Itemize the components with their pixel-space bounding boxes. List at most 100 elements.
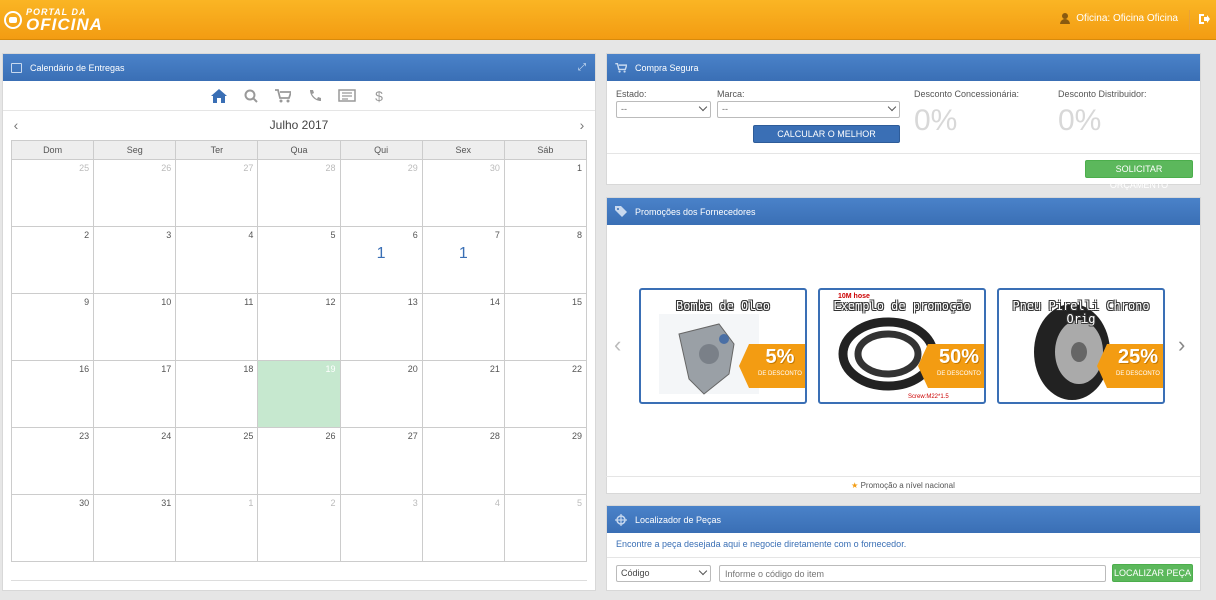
calendar-day[interactable]: 5	[257, 226, 341, 294]
estado-select[interactable]: --	[616, 101, 711, 118]
calendar-day[interactable]: 29	[339, 159, 423, 227]
compra-segura-header: Compra Segura	[607, 54, 1200, 81]
calendar-day[interactable]: 11	[175, 293, 259, 361]
day-number: 29	[407, 163, 418, 173]
calendar-day[interactable]: 30	[10, 494, 95, 562]
solicitar-orcamento-button[interactable]: SOLICITAR ORÇAMENTO	[1085, 160, 1193, 190]
calendar-day[interactable]: 3	[93, 226, 177, 294]
next-month-icon[interactable]: ›	[575, 111, 589, 139]
search-icon[interactable]	[242, 87, 260, 105]
calcular-desconto-button[interactable]: CALCULAR O MELHOR DESCONTO	[753, 125, 900, 155]
calendar-day[interactable]: 2	[10, 226, 95, 294]
calendar-day[interactable]: 1	[175, 494, 259, 562]
desconto-distribuidor-label: Desconto Distribuidor:	[1058, 89, 1147, 99]
day-number: 14	[489, 297, 500, 307]
portal-logo[interactable]: PORTAL DA OFICINA	[4, 7, 103, 33]
dollar-icon[interactable]: $	[370, 87, 388, 105]
calendar-day[interactable]: 17	[93, 360, 177, 428]
calendar-day[interactable]: 30	[421, 159, 505, 227]
calendar-day[interactable]: 3	[339, 494, 423, 562]
promo-card[interactable]: Pneu Pirelli Chrono Orig 25% DE DESCONTO	[997, 288, 1165, 404]
calendar-day[interactable]: 20	[339, 360, 423, 428]
calendar-day[interactable]: 13	[339, 293, 423, 361]
promo-card[interactable]: Bomba de Oleo 5% DE DESCONTO	[639, 288, 807, 404]
logout-icon[interactable]	[1198, 13, 1210, 25]
cart-icon[interactable]	[274, 87, 292, 105]
calendar-day[interactable]: 71	[421, 226, 505, 294]
day-number: 23	[79, 431, 90, 441]
calendar-day[interactable]: 28	[257, 159, 341, 227]
divider	[607, 153, 1200, 154]
discount-badge: 5% DE DESCONTO	[739, 344, 805, 388]
carousel-prev-icon[interactable]: ‹	[614, 330, 628, 360]
item-code-input[interactable]	[719, 565, 1106, 582]
delivery-count[interactable]: 1	[423, 245, 504, 263]
calendar-day[interactable]: 25	[10, 159, 95, 227]
logo-line2: OFICINA	[26, 15, 103, 34]
invoice-icon[interactable]	[338, 87, 356, 105]
calendar-day-today[interactable]: 19	[257, 360, 341, 428]
discount-tag: DE DESCONTO	[1116, 371, 1160, 377]
calendar-day[interactable]: 27	[339, 427, 423, 495]
prev-month-icon[interactable]: ‹	[9, 111, 23, 139]
day-number: 25	[243, 431, 254, 441]
marca-label: Marca:	[717, 89, 745, 99]
day-number: 26	[161, 163, 172, 173]
calendar-day[interactable]: 25	[175, 427, 259, 495]
calendar-day[interactable]: 21	[421, 360, 505, 428]
calendar-day[interactable]: 8	[503, 226, 588, 294]
calendar-day[interactable]: 26	[93, 159, 177, 227]
calendar-day[interactable]: 12	[257, 293, 341, 361]
calendar-day[interactable]: 26	[257, 427, 341, 495]
calendar-grid: Dom Seg Ter Qua Qui Sex Sáb 25 26 27 28 29 30 1 2 3 4 5 6…	[10, 140, 588, 562]
divider	[607, 557, 1200, 558]
user-menu[interactable]: Oficina: Oficina Oficina	[1060, 13, 1178, 24]
calendar-day[interactable]: 2	[257, 494, 341, 562]
calendar-day[interactable]: 23	[10, 427, 95, 495]
day-number: 29	[571, 431, 582, 441]
day-number: 24	[161, 431, 172, 441]
day-number: 22	[571, 364, 582, 374]
day-number: 3	[412, 498, 418, 508]
marca-value: --	[722, 104, 728, 114]
weekday-header: Sáb	[503, 140, 588, 160]
calendar-day[interactable]: 27	[175, 159, 259, 227]
day-number: 27	[407, 431, 418, 441]
car-icon	[4, 11, 22, 29]
phone-icon[interactable]	[306, 87, 324, 105]
delivery-count[interactable]: 1	[341, 245, 422, 263]
search-type-select[interactable]: Código	[616, 565, 711, 582]
calendar-day[interactable]: 4	[175, 226, 259, 294]
calendar-day[interactable]: 4	[421, 494, 505, 562]
calendar-day[interactable]: 24	[93, 427, 177, 495]
search-type-value: Código	[621, 568, 650, 578]
promo-title: Exemplo de promoção	[833, 299, 971, 313]
carousel-next-icon[interactable]: ›	[1178, 330, 1192, 360]
day-number: 30	[489, 163, 500, 173]
calendar-day[interactable]: 10	[93, 293, 177, 361]
calendar-day[interactable]: 31	[93, 494, 177, 562]
day-number: 2	[330, 498, 336, 508]
weekday-header: Seg	[93, 140, 177, 160]
calendar-day[interactable]: 22	[503, 360, 588, 428]
calendar-day[interactable]: 14	[421, 293, 505, 361]
calendar-day[interactable]: 29	[503, 427, 588, 495]
localizar-peca-button[interactable]: LOCALIZAR PEÇA	[1112, 564, 1193, 582]
calendar-day[interactable]: 9	[10, 293, 95, 361]
expand-icon[interactable]: ⤢	[578, 63, 587, 73]
calendar-day[interactable]: 15	[503, 293, 588, 361]
calendar-week: 25 26 27 28 29 30 1	[10, 159, 588, 227]
top-navbar: PORTAL DA OFICINA Oficina: Oficina Ofici…	[0, 0, 1216, 40]
marca-select[interactable]: --	[717, 101, 900, 118]
calendar-day[interactable]: 28	[421, 427, 505, 495]
calendar-day[interactable]: 5	[503, 494, 588, 562]
day-number: 31	[161, 498, 172, 508]
calendar-day[interactable]: 18	[175, 360, 259, 428]
day-number: 16	[79, 364, 90, 374]
calendar-day[interactable]: 16	[10, 360, 95, 428]
promo-card[interactable]: 10M hose Screw:M22*1.5 Exemplo de promoç…	[818, 288, 986, 404]
day-number: 3	[166, 230, 172, 240]
calendar-day[interactable]: 61	[339, 226, 423, 294]
home-icon[interactable]	[210, 87, 228, 105]
calendar-day[interactable]: 1	[503, 159, 588, 227]
